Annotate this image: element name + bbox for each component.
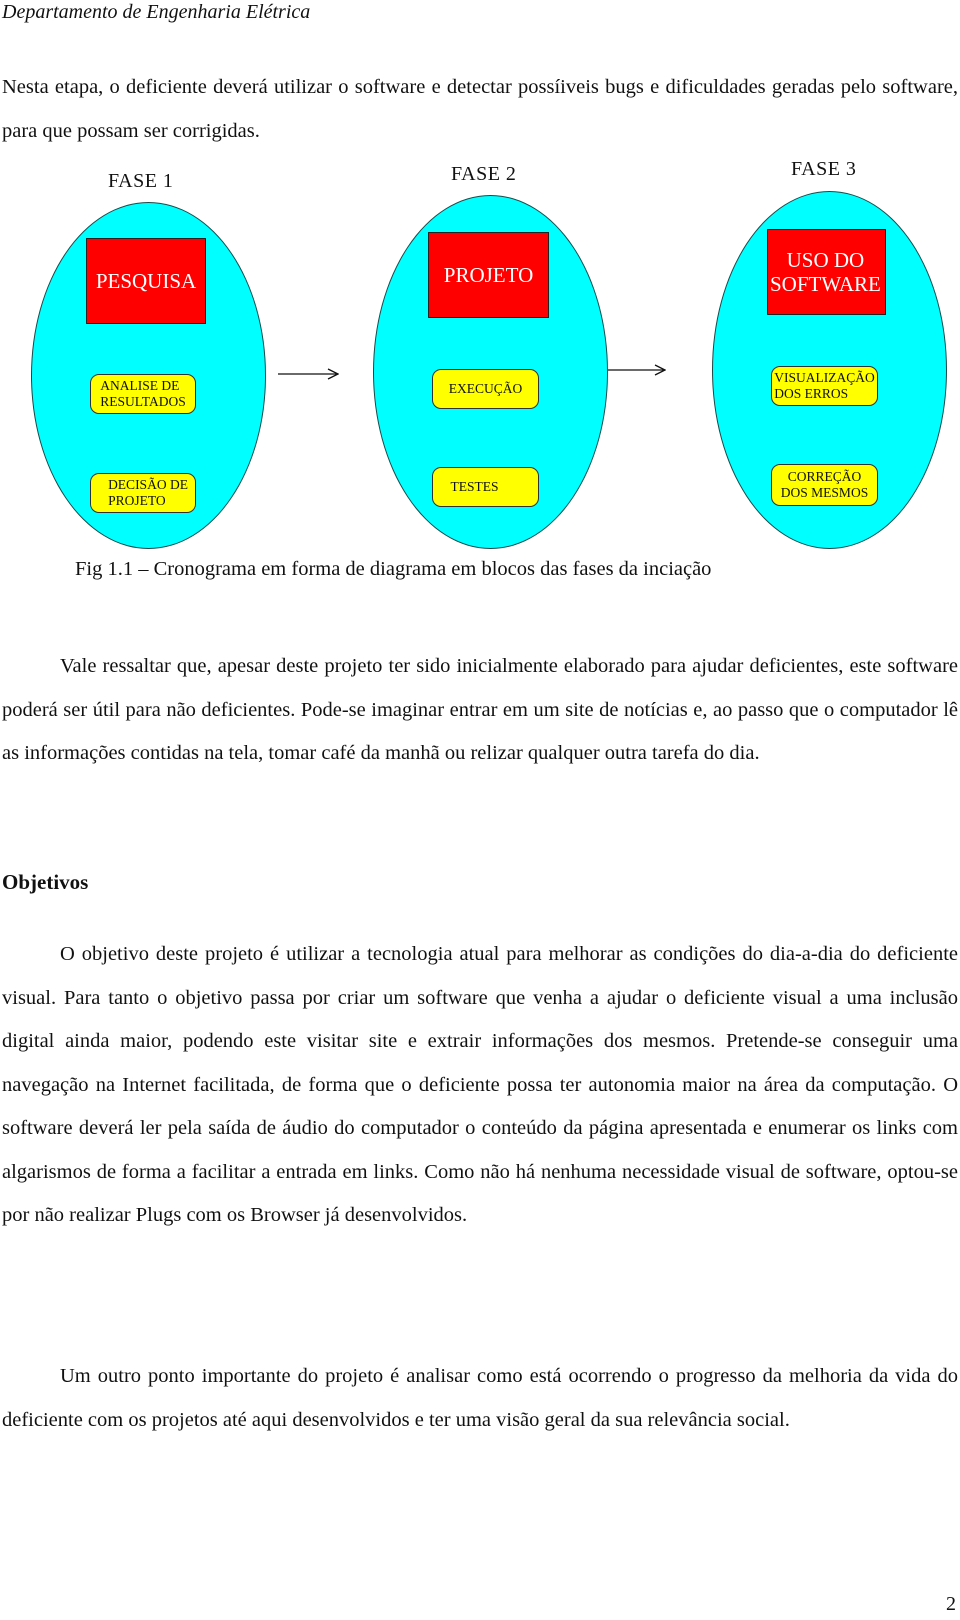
- phase-1-main-block: PESQUISA: [86, 238, 206, 324]
- paragraph-text: Um outro ponto importante do projeto é a…: [2, 1365, 958, 1431]
- phase-3-title: FASE 3: [791, 158, 857, 180]
- paragraph: O objetivo deste projeto é utilizar a te…: [2, 933, 958, 1238]
- phase-1-title: FASE 1: [108, 170, 174, 192]
- phase-3-main-block: USO DO SOFTWARE: [767, 229, 886, 315]
- phase-2-step-2: TESTES: [432, 467, 539, 507]
- phase-2-title: FASE 2: [451, 163, 517, 185]
- phase-1-step-1: ANALISE DE RESULTADOS: [90, 374, 196, 414]
- section-heading: Objetivos: [2, 870, 89, 894]
- paragraph: Um outro ponto importante do projeto é a…: [2, 1355, 958, 1442]
- page-header: Departamento de Engenharia Elétrica: [2, 1, 311, 23]
- phase-1-step-2: DECISÃO DE PROJETO: [90, 473, 196, 513]
- intro-paragraph: Nesta etapa, o deficiente deverá utiliza…: [2, 76, 958, 142]
- step-label: ANALISE DE RESULTADOS: [100, 378, 186, 409]
- step-label: TESTES: [450, 479, 499, 494]
- paragraph-text: Vale ressaltar que, apesar deste projeto…: [2, 655, 958, 764]
- step-label: VISUALIZAÇÃO DOS ERROS: [774, 370, 875, 401]
- paragraph: Vale ressaltar que, apesar deste projeto…: [2, 645, 958, 776]
- step-label: DECISÃO DE PROJETO: [108, 477, 188, 508]
- figure-caption: Fig 1.1 – Cronograma em forma de diagram…: [75, 558, 712, 580]
- step-label: EXECUÇÃO: [448, 381, 523, 396]
- phase-diagram: FASE 1 PESQUISA ANALISE DE RESULTADOS DE…: [0, 150, 960, 550]
- page-number: 2: [946, 1593, 956, 1615]
- phase-3-step-2: CORREÇÃO DOS MESMOS: [771, 464, 878, 506]
- phase-2-step-1: EXECUÇÃO: [432, 369, 539, 409]
- phase-2-main-block: PROJETO: [428, 232, 549, 318]
- step-label: CORREÇÃO DOS MESMOS: [780, 469, 869, 500]
- paragraph-text: O objetivo deste projeto é utilizar a te…: [2, 943, 958, 1226]
- phase-3-step-1: VISUALIZAÇÃO DOS ERROS: [771, 366, 878, 406]
